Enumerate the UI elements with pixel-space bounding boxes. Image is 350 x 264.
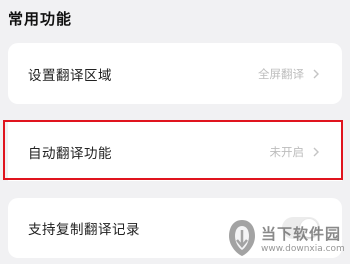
setting-row-auto-translate[interactable]: 自动翻译功能 未开启: [8, 122, 342, 181]
downxia-logo-icon: [229, 220, 255, 256]
watermark-name: 当下软件园: [261, 224, 342, 243]
watermark-url: www.downxia.com: [261, 243, 345, 254]
chevron-right-icon: [313, 69, 319, 78]
section-title: 常用功能: [8, 10, 73, 28]
chevron-right-icon: [313, 147, 319, 156]
watermark-text: 当下软件园 www.downxia.com: [261, 223, 345, 254]
setting-label: 设置翻译区域: [28, 67, 112, 84]
setting-value: 未开启: [269, 144, 305, 159]
watermark: 当下软件园 www.downxia.com: [227, 215, 345, 261]
setting-label: 支持复制翻译记录: [28, 222, 140, 238]
setting-label: 自动翻译功能: [28, 145, 112, 162]
setting-value: 全屏翻译: [258, 66, 304, 81]
setting-value-group: 全屏翻译: [258, 66, 322, 82]
setting-value-group: 未开启: [270, 144, 323, 160]
setting-row-translation-area[interactable]: 设置翻译区域 全屏翻译: [8, 43, 342, 104]
